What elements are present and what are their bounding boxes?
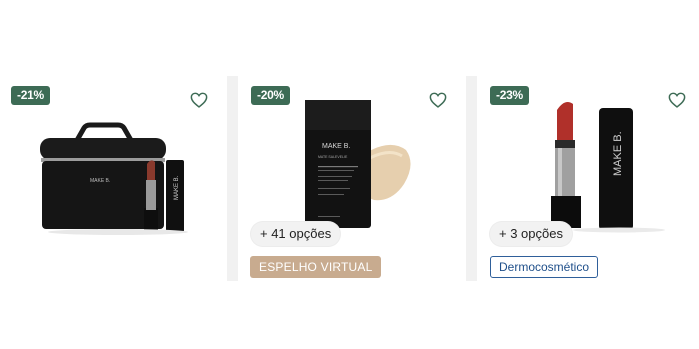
card-separator (227, 76, 238, 281)
lipstick-image[interactable]: MAKE B. (549, 98, 669, 233)
bottle-brand-text: MAKE B. (322, 143, 350, 150)
options-count[interactable]: + 41 opções (251, 222, 341, 246)
product-card[interactable]: -21% MAKE B. MAKE B. (0, 76, 227, 281)
svg-text:MAKE B.: MAKE B. (174, 175, 180, 200)
product-card[interactable]: -23% MAKE B. + 3 opções Dermocosmético (477, 76, 699, 281)
foundation-bottle-image[interactable]: MAKE B. MATE SALEVELIE (300, 98, 416, 230)
virtual-mirror-tag[interactable]: ESPELHO VIRTUAL (250, 256, 382, 278)
kit-brand-text: MAKE B. (90, 178, 110, 184)
heart-icon[interactable] (668, 92, 686, 108)
heart-icon[interactable] (429, 92, 447, 108)
heart-icon[interactable] (190, 92, 208, 108)
necessaire-kit-image[interactable]: MAKE B. MAKE B. (38, 120, 198, 235)
discount-badge: -21% (11, 86, 50, 105)
discount-badge: -23% (490, 86, 529, 105)
dermocosmetic-tag[interactable]: Dermocosmético (490, 256, 599, 278)
discount-badge: -20% (251, 86, 290, 105)
product-card[interactable]: -20% MAKE B. MATE SALEVELIE + 41 opções … (238, 76, 466, 281)
card-separator (466, 76, 477, 281)
svg-text:MATE SALEVELIE: MATE SALEVELIE (318, 155, 348, 159)
tube-brand-text: MAKE B. (612, 131, 624, 176)
options-count[interactable]: + 3 opções (490, 222, 572, 246)
